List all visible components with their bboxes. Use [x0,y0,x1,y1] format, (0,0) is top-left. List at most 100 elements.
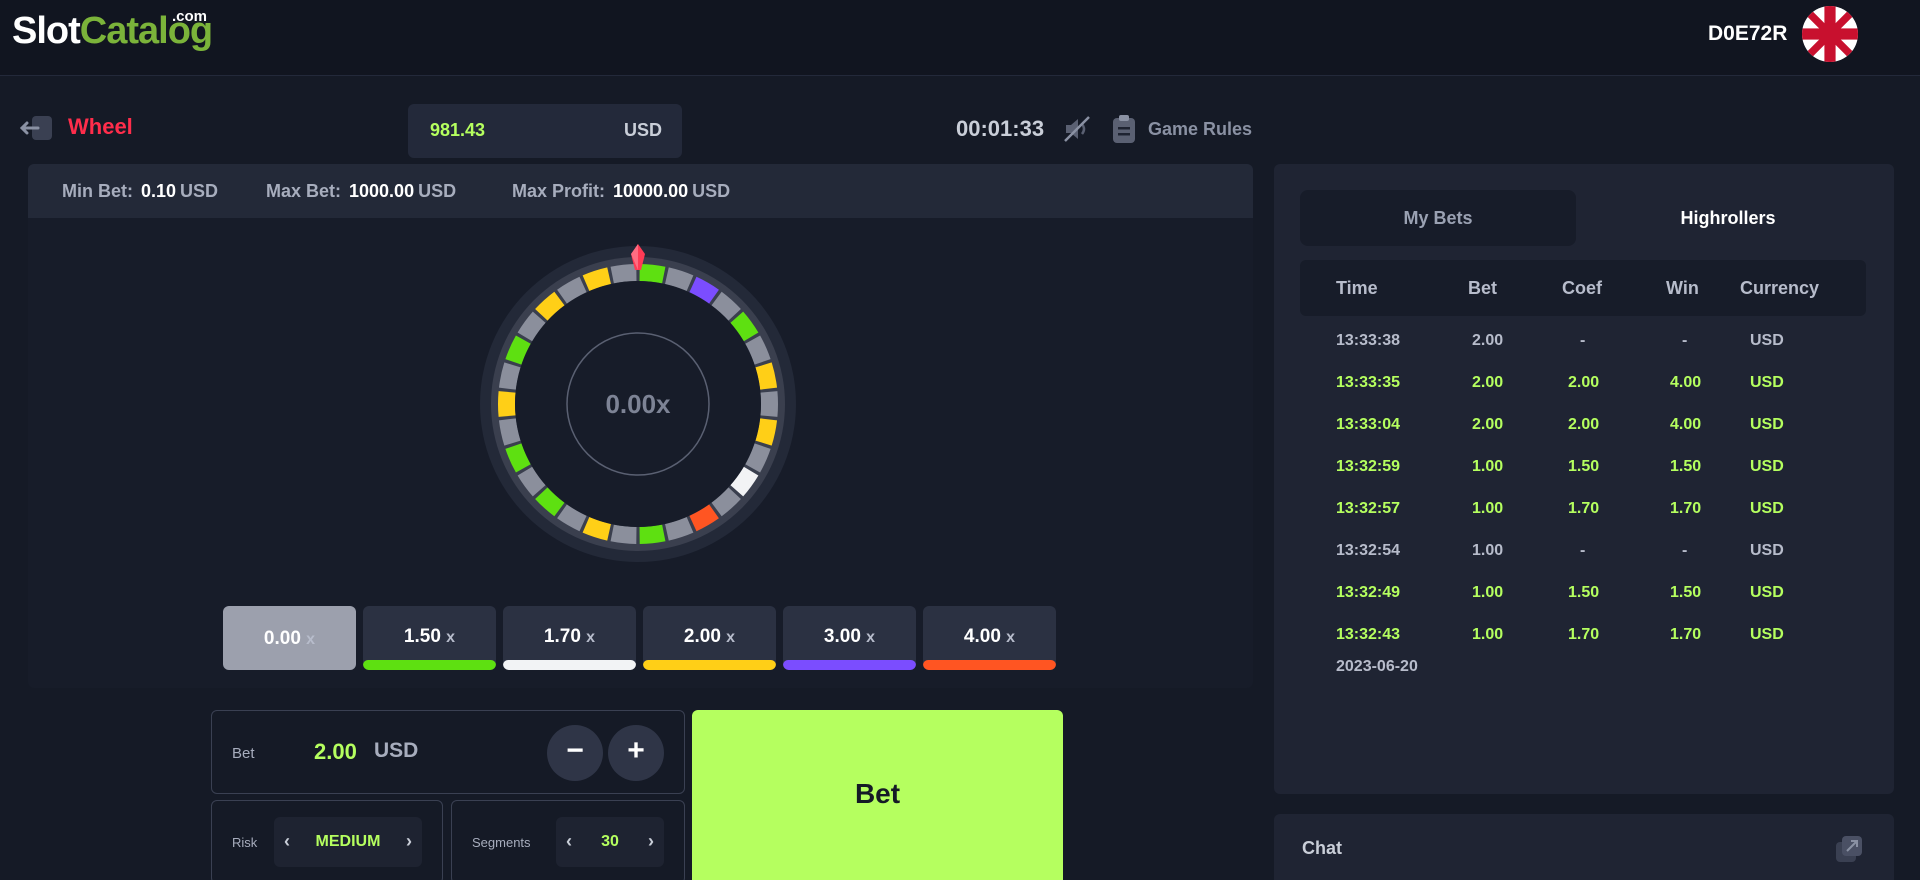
cell-win: - [1682,542,1688,559]
max-profit-info: Max Profit: 10000.00 USD [512,181,730,202]
multiplier-value: 1.50 [403,626,441,647]
bet-limits-bar: Min Bet: 0.10 USD Max Bet: 1000.00 USD Max P… [28,164,1253,218]
multiplier-value: 1.70 [543,626,581,647]
multiplier-suffix: x [446,629,456,646]
cell-bet: 2.00 [1472,374,1504,391]
multiplier-color-bar [923,660,1056,670]
cell-win: 1.70 [1670,500,1702,517]
chat-panel[interactable]: Chat [1274,814,1894,880]
cell-currency: USD [1750,332,1784,349]
multiplier-value: 3.00 [823,626,861,647]
multiplier-value: 0.00 [263,628,301,649]
tab-my-bets[interactable]: My Bets [1300,190,1576,246]
place-bet-button[interactable]: Bet [692,710,1063,880]
chat-title: Chat [1302,838,1342,858]
cell-bet: 2.00 [1472,416,1504,433]
multiplier-suffix: x [306,631,316,648]
cell-win: 1.70 [1670,626,1702,643]
decrease-bet-button[interactable]: − [547,725,603,781]
risk-control: Risk ‹ MEDIUM › [211,800,443,880]
multiplier-4: 3.00 x [783,606,916,670]
cell-currency: USD [1750,626,1784,643]
column-win: Win [1666,278,1699,298]
risk-next-chevron-icon[interactable]: › [406,831,412,852]
cell-time: 13:32:57 [1336,500,1401,517]
segments-control: Segments ‹ 30 › [451,800,685,880]
game-area: Min Bet: 0.10 USD Max Bet: 1000.00 USD Max P… [28,164,1253,688]
game-title: Wheel [68,114,133,139]
segments-next-chevron-icon[interactable]: › [648,831,654,852]
cell-bet: 1.00 [1472,542,1504,559]
bet-amount-currency: USD [374,739,419,762]
multiplier-label: 0.00 x [223,628,356,650]
cell-bet: 2.00 [1472,332,1504,349]
multiplier-label: 2.00 x [643,626,776,648]
logo-text-slot: Slot [12,10,81,52]
max-bet-label: Max Bet: [266,181,342,201]
bet-amount-label: Bet [232,745,255,762]
back-icon[interactable] [19,114,54,142]
game-header: Wheel 981.43 USD 00:01:33 Game Rules [19,104,1260,158]
max-bet-value: 1000.00 [349,181,415,201]
cell-win: 1.50 [1670,584,1702,601]
cell-currency: USD [1750,542,1784,559]
bet-amount-value[interactable]: 2.00 [314,739,357,765]
max-profit-label: Max Profit: [512,181,606,201]
multiplier-list: 0.00 x 1.50 x 1.70 x 2.00 x 3.00 x 4.00 … [223,606,1073,670]
cell-time: 13:32:49 [1336,584,1401,601]
multiplier-value: 2.00 [683,626,721,647]
cell-bet: 1.00 [1472,458,1504,475]
multiplier-label: 1.70 x [503,626,636,648]
site-logo[interactable]: SlotCatalog .com [12,8,213,53]
table-row: 13:32:57 1.00 1.70 1.70 USD [1300,490,1866,532]
sound-muted-icon[interactable] [1062,114,1092,144]
wheel-center-value: 0.00x [605,389,671,419]
risk-selector: ‹ MEDIUM › [274,817,422,867]
cell-coef: 1.70 [1568,626,1600,643]
multiplier-suffix: x [866,629,876,646]
session-timer: 00:01:33 [956,116,1045,141]
multiplier-suffix: x [1006,629,1016,646]
table-row: 13:33:38 2.00 - - USD [1300,322,1866,364]
table-row: 13:32:54 1.00 - - USD [1300,532,1866,574]
cell-time: 13:33:35 [1336,374,1401,391]
balance-display: 981.43 USD [408,104,682,158]
balance-value: 981.43 [430,120,486,140]
tab-highrollers[interactable]: Highrollers [1590,190,1866,246]
column-currency: Currency [1740,278,1820,298]
cell-currency: USD [1750,500,1784,517]
multiplier-color-bar [503,660,636,670]
top-bar: SlotCatalog .com D0E72R [0,0,1920,76]
segments-label: Segments [472,835,531,850]
cell-coef: - [1580,332,1586,349]
increase-bet-button[interactable]: + [608,725,664,781]
cell-time: 13:33:04 [1336,416,1401,433]
cell-win: 1.50 [1670,458,1702,475]
min-bet-value: 0.10 [141,181,177,201]
cell-bet: 1.00 [1472,626,1504,643]
segments-selector: ‹ 30 › [556,817,664,867]
cell-time: 13:32:43 [1336,626,1401,643]
cell-coef: 1.50 [1568,584,1600,601]
column-bet: Bet [1468,278,1498,298]
multiplier-0: 0.00 x [223,606,356,670]
multiplier-color-bar [643,660,776,670]
game-rules-link[interactable]: Game Rules [1148,119,1252,140]
user-id: D0E72R [1708,22,1788,45]
cell-coef: 1.50 [1568,458,1600,475]
expand-icon[interactable] [1834,834,1864,864]
cell-currency: USD [1750,416,1784,433]
multiplier-suffix: x [726,629,736,646]
risk-value: MEDIUM [315,833,381,850]
multiplier-value: 4.00 [963,626,1001,647]
clipboard-icon[interactable] [1112,114,1136,144]
cell-win: 4.00 [1670,416,1702,433]
bets-history-panel: My Bets Highrollers Time Bet Coef Win Cu… [1274,164,1894,794]
uk-flag-icon[interactable] [1802,6,1858,62]
balance-currency: USD [623,120,662,140]
multiplier-3: 2.00 x [643,606,776,670]
table-row: 13:33:04 2.00 2.00 4.00 USD [1300,406,1866,448]
multiplier-color-bar [783,660,916,670]
bets-date-divider: 2023-06-20 [1336,658,1418,675]
table-row: 13:32:49 1.00 1.50 1.50 USD [1300,574,1866,616]
